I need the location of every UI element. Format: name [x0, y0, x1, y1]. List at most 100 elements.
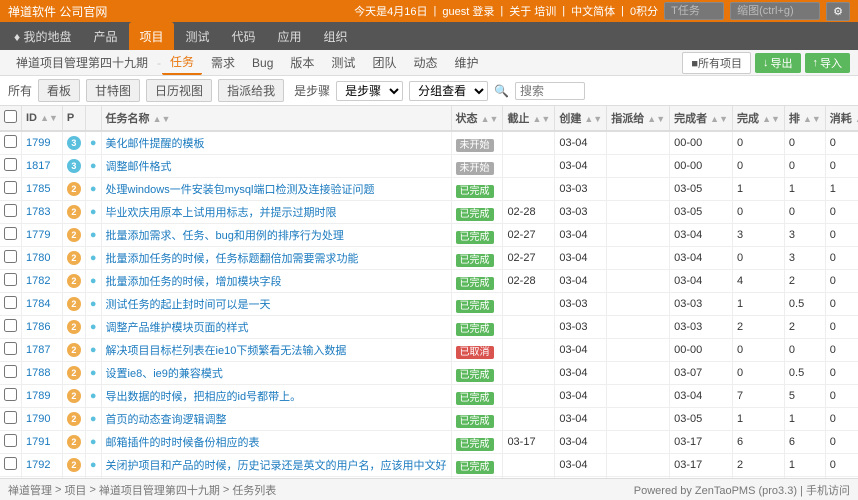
user-label[interactable]: guest 登录: [442, 3, 494, 19]
subnav-maintain[interactable]: 维护: [446, 51, 486, 74]
header-created[interactable]: 创建 ▲▼: [555, 106, 607, 131]
settings-button[interactable]: ⚙: [826, 2, 850, 21]
task-name-link[interactable]: 测试任务的起止封时间可以是一天: [106, 299, 271, 311]
header-deadline[interactable]: 截止 ▲▼: [503, 106, 555, 131]
search-input[interactable]: [515, 82, 585, 100]
task-name-link[interactable]: 关闭护项目和产品的时候，历史记录还是英文的用户名，应该用中文好: [106, 460, 447, 472]
tab-calendar[interactable]: 日历视图: [146, 79, 212, 102]
about-label[interactable]: 关于 培训: [509, 3, 556, 19]
row-checkbox[interactable]: [0, 155, 22, 178]
row-name[interactable]: 关闭护项目和产品的时候，历史记录还是英文的用户名，应该用中文好: [101, 454, 451, 477]
tab-gantt[interactable]: 甘特图: [86, 79, 140, 102]
task-type-icon: ●: [90, 413, 97, 425]
shortcut-input[interactable]: [730, 2, 820, 20]
nav-myboard[interactable]: ♦ 我的地盘: [4, 22, 81, 50]
row-rank: 1: [784, 454, 825, 477]
row-checkbox[interactable]: [0, 247, 22, 270]
task-search-input[interactable]: [664, 2, 724, 20]
task-name-link[interactable]: 调整邮件格式: [106, 161, 172, 173]
task-name-link[interactable]: 邮箱插件的时时候备份相应的表: [106, 437, 260, 449]
points-label[interactable]: 0积分: [630, 3, 658, 19]
breadcrumb-admin[interactable]: 禅道管理: [8, 482, 52, 498]
row-checkbox[interactable]: [0, 339, 22, 362]
row-checkbox[interactable]: [0, 178, 22, 201]
task-name-link[interactable]: 调整产品维护模块页面的样式: [106, 322, 249, 334]
brand-label[interactable]: 禅道软件 公司官网: [8, 3, 107, 20]
task-name-link[interactable]: 毕业欢庆用原本上试用用标志，并提示过期时限: [106, 207, 337, 219]
task-name-link[interactable]: 首页的动态查询逻辑调整: [106, 414, 227, 426]
row-checkbox[interactable]: [0, 454, 22, 477]
row-checkbox[interactable]: [0, 431, 22, 454]
row-name[interactable]: 邮箱插件的时时候备份相应的表: [101, 431, 451, 454]
task-name-link[interactable]: 美化邮件提醒的模板: [106, 138, 205, 150]
header-name[interactable]: 任务名称 ▲▼: [101, 106, 451, 131]
subnav-testitem[interactable]: 测试: [323, 51, 363, 74]
header-checkbox[interactable]: [0, 106, 22, 131]
row-checkbox[interactable]: [0, 362, 22, 385]
task-name-link[interactable]: 批量添加需求、任务、bug和用例的排序行为处理: [106, 230, 344, 242]
row-name[interactable]: 解决项目目标栏列表在ie10下频繁看无法输入数据: [101, 339, 451, 362]
tab-assignedme[interactable]: 指派给我: [218, 79, 284, 102]
header-complete[interactable]: 完成 ▲▼: [733, 106, 785, 131]
row-name[interactable]: 毕业欢庆用原本上试用用标志，并提示过期时限: [101, 201, 451, 224]
lang-label[interactable]: 中文简体: [571, 3, 615, 19]
row-checkbox[interactable]: [0, 293, 22, 316]
row-name[interactable]: 处理windows一件安装包mysql端口检测及连接验证问题: [101, 178, 451, 201]
nav-test[interactable]: 测试: [176, 22, 220, 50]
nav-project[interactable]: 项目: [129, 22, 173, 50]
row-finisher: 03-03: [670, 293, 733, 316]
task-name-link[interactable]: 设置ie8、ie9的兼容模式: [106, 368, 223, 380]
row-name[interactable]: 调整产品维护模块页面的样式: [101, 316, 451, 339]
row-checkbox[interactable]: [0, 316, 22, 339]
row-name[interactable]: 测试任务的起止封时间可以是一天: [101, 293, 451, 316]
row-checkbox[interactable]: [0, 385, 22, 408]
nav-product[interactable]: 产品: [83, 22, 127, 50]
subnav-dynamic[interactable]: 动态: [405, 51, 445, 74]
task-name-link[interactable]: 批量添加任务的时候，增加模块字段: [106, 276, 282, 288]
header-status[interactable]: 状态 ▲▼: [451, 106, 503, 131]
subnav-version[interactable]: 版本: [282, 51, 322, 74]
row-name[interactable]: 导出数据的时候，把相应的id号都带上。: [101, 385, 451, 408]
row-checkbox[interactable]: [0, 224, 22, 247]
subnav-task[interactable]: 任务: [162, 50, 202, 75]
row-name[interactable]: 设置ie8、ie9的兼容模式: [101, 362, 451, 385]
row-name[interactable]: 批量添加需求、任务、bug和用例的排序行为处理: [101, 224, 451, 247]
row-name[interactable]: 批量添加任务的时候，任务标题翻倍加需要需求功能: [101, 247, 451, 270]
nav-org[interactable]: 组织: [314, 22, 358, 50]
breadcrumb-project[interactable]: 项目: [64, 482, 86, 498]
row-status: 未开始: [451, 131, 503, 155]
mobile-link[interactable]: 手机访问: [806, 485, 850, 497]
breadcrumb-project-name[interactable]: 禅道项目管理第四十九期: [99, 482, 220, 498]
header-assignee[interactable]: 指派给 ▲▼: [607, 106, 670, 131]
row-checkbox[interactable]: [0, 201, 22, 224]
import-button[interactable]: ↑ 导入: [805, 53, 851, 73]
row-name[interactable]: 批量添加任务的时候，增加模块字段: [101, 270, 451, 293]
nav-code[interactable]: 代码: [222, 22, 266, 50]
subnav-bug[interactable]: Bug: [244, 53, 281, 73]
task-name-link[interactable]: 解决项目目标栏列表在ie10下频繁看无法输入数据: [106, 345, 347, 357]
task-name-link[interactable]: 批量添加任务的时候，任务标题翻倍加需要需求功能: [106, 253, 359, 265]
row-name[interactable]: 美化邮件提醒的模板: [101, 131, 451, 155]
header-rank[interactable]: 排 ▲▼: [784, 106, 825, 131]
step-select[interactable]: 是步骤 否: [336, 81, 403, 101]
header-finisher[interactable]: 完成者 ▲▼: [670, 106, 733, 131]
all-projects-button[interactable]: ■所有项目: [682, 52, 751, 74]
row-checkbox[interactable]: [0, 270, 22, 293]
select-all-checkbox[interactable]: [4, 110, 17, 123]
header-consumed[interactable]: 消耗 ▲▼: [825, 106, 858, 131]
header-id[interactable]: ID ▲▼: [22, 106, 63, 131]
row-name[interactable]: 首页的动态查询逻辑调整: [101, 408, 451, 431]
row-checkbox[interactable]: [0, 408, 22, 431]
export-button[interactable]: ↓ 导出: [755, 53, 801, 73]
row-checkbox[interactable]: [0, 131, 22, 155]
task-name-link[interactable]: 导出数据的时候，把相应的id号都带上。: [106, 391, 302, 403]
subnav-project-name[interactable]: 禅道项目管理第四十九期: [8, 51, 156, 74]
subnav-team[interactable]: 团队: [364, 51, 404, 74]
header-pri[interactable]: P: [62, 106, 85, 131]
tab-kanban[interactable]: 看板: [38, 79, 80, 102]
group-select[interactable]: 分组查看 按状态 按指派人: [409, 81, 488, 101]
task-name-link[interactable]: 处理windows一件安装包mysql端口检测及连接验证问题: [106, 184, 375, 196]
nav-apps[interactable]: 应用: [268, 22, 312, 50]
subnav-requirement[interactable]: 需求: [203, 51, 243, 74]
row-name[interactable]: 调整邮件格式: [101, 155, 451, 178]
